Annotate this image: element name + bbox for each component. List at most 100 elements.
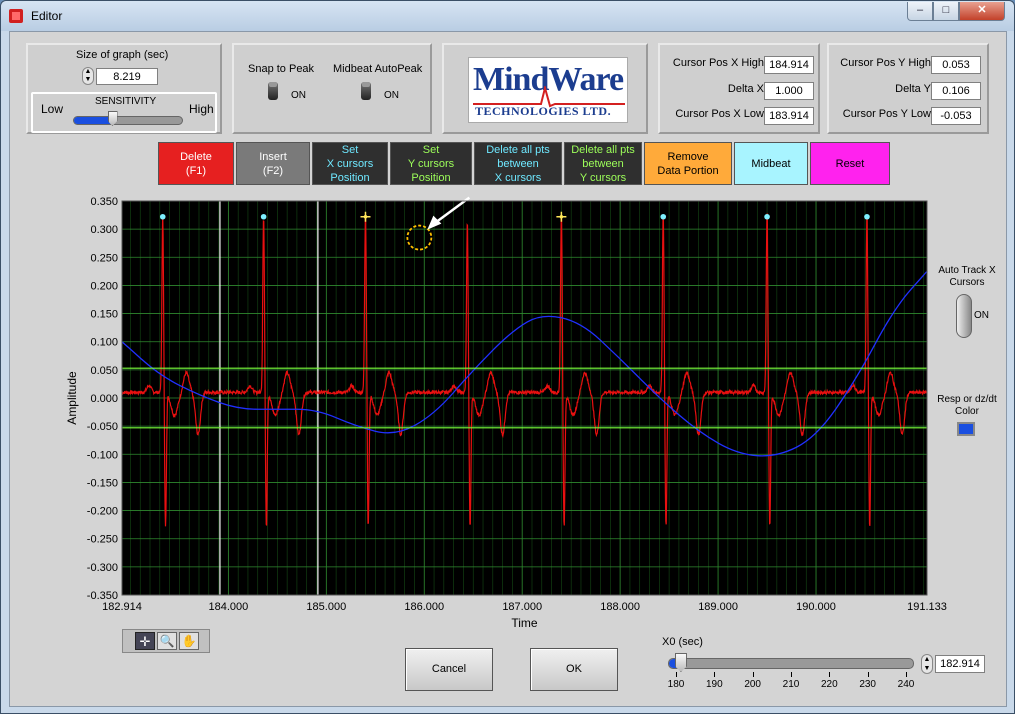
set-y-cursors-button[interactable]: Set Y cursors Position [390, 142, 472, 185]
midbeat-autopeak-state: ON [384, 90, 399, 101]
client-area: Size of graph (sec) ▲ ▼ 8.219 Low SENSITI… [9, 31, 1007, 707]
y-tick-label: -0.250 [87, 534, 118, 546]
x0-tick-mark [829, 672, 831, 677]
x0-tick-mark [752, 672, 754, 677]
minimize-button[interactable]: – [907, 2, 933, 21]
cursor-y-high-field[interactable]: 0.053 [931, 56, 981, 74]
graph-size-spinner[interactable]: ▲ ▼ [82, 67, 94, 85]
x-tick-label: 190.000 [796, 601, 836, 613]
signal-chart[interactable]: 0.350 0.300 0.250 0.200 0.150 0.100 0.050 0.000… [50, 190, 980, 630]
cursor-y-low-field[interactable]: -0.053 [931, 107, 981, 125]
snap-to-peak-toggle[interactable] [268, 82, 278, 100]
snap-to-peak-state: ON [291, 90, 306, 101]
delete-between-x-cursors-button[interactable]: Delete all pts between X cursors [474, 142, 562, 185]
insert-button[interactable]: Insert (F2) [236, 142, 310, 185]
graph-size-label: Size of graph (sec) [76, 49, 169, 61]
midbeat-autopeak-toggle[interactable] [361, 82, 371, 100]
y-tick-label: -0.100 [87, 449, 118, 461]
peak-options-panel: Snap to Peak ON Midbeat AutoPeak ON [232, 43, 432, 134]
x0-slider-thumb[interactable] [674, 653, 687, 672]
auto-track-label: Auto Track X Cursors [938, 265, 996, 288]
sensitivity-low-label: Low [41, 102, 64, 116]
delete-button[interactable]: Delete (F1) [158, 142, 234, 185]
midbeat-autopeak-label: Midbeat AutoPeak [333, 63, 423, 75]
x0-field[interactable]: 182.914 [935, 655, 985, 673]
x0-tick-mark [867, 672, 869, 677]
set-x-cursors-button[interactable]: Set X cursors Position [312, 142, 388, 185]
ok-button[interactable]: OK [530, 648, 618, 691]
x0-label: X0 (sec) [662, 636, 703, 648]
auto-track-toggle[interactable] [956, 294, 972, 338]
title-bar[interactable]: Editor – □ ✕ [1, 1, 1014, 31]
x0-tick-label: 190 [705, 679, 723, 690]
y-tick-label: 0.050 [90, 365, 118, 377]
midbeat-button[interactable]: Midbeat [734, 142, 808, 185]
delta-y-field[interactable]: 0.106 [931, 82, 981, 100]
crosshair-tool-icon[interactable]: ✛ [135, 632, 155, 650]
x0-tick-mark [791, 672, 792, 677]
x-axis-label: Time [511, 616, 538, 630]
sensitivity-high-label: High [189, 102, 214, 116]
x0-tick-label: 210 [782, 679, 800, 690]
cursor-x-low-field[interactable]: 183.914 [764, 107, 814, 125]
x-tick-label: 185.000 [306, 601, 346, 613]
close-button[interactable]: ✕ [959, 2, 1005, 21]
y-tick-label: 0.250 [90, 252, 118, 264]
y-axis-label: Amplitude [65, 371, 79, 425]
cursor-x-high-field[interactable]: 184.914 [764, 56, 814, 74]
r-peak-marker [764, 213, 770, 220]
x-tick-label: 188.000 [600, 601, 640, 613]
delta-x-label: Delta X [727, 83, 764, 95]
y-cursor-panel: Cursor Pos Y High 0.053 Delta Y 0.106 Cu… [827, 43, 989, 134]
delete-between-y-cursors-button[interactable]: Delete all pts between Y cursors [564, 142, 642, 185]
delta-y-label: Delta Y [895, 83, 931, 95]
maximize-button[interactable]: □ [933, 2, 959, 21]
editor-window: Editor – □ ✕ Size of graph (sec) ▲ ▼ 8.21… [0, 0, 1015, 714]
y-tick-label: 0.000 [90, 393, 118, 405]
x0-tick-label: 200 [744, 679, 761, 690]
r-peak-marker [864, 213, 870, 220]
logo-panel: MindWare TECHNOLOGIES LTD. [442, 43, 648, 134]
auto-track-state: ON [974, 310, 989, 321]
window-title: Editor [31, 9, 63, 23]
delta-x-field[interactable]: 1.000 [764, 82, 814, 100]
cancel-button[interactable]: Cancel [405, 648, 493, 691]
sensitivity-slider[interactable] [73, 111, 183, 126]
cursor-x-high-label: Cursor Pos X High [672, 57, 764, 69]
y-tick-label: -0.050 [87, 421, 118, 433]
x-tick-label: 182.914 [102, 601, 142, 613]
pan-tool-icon[interactable]: ✋ [179, 632, 199, 650]
cursor-x-low-label: Cursor Pos X Low [675, 108, 764, 120]
x0-tick-label: 230 [859, 679, 876, 690]
remove-data-portion-button[interactable]: Remove Data Portion [644, 142, 732, 185]
x-tick-label: 187.000 [502, 601, 542, 613]
x0-tick-label: 180 [667, 679, 685, 690]
mindware-logo: MindWare TECHNOLOGIES LTD. [468, 57, 628, 123]
cursor-y-low-label: Cursor Pos Y Low [842, 108, 931, 120]
snap-to-peak-label: Snap to Peak [248, 63, 315, 75]
reset-button[interactable]: Reset [810, 142, 890, 185]
x0-tick-label: 220 [820, 679, 838, 690]
x-cursor-panel: Cursor Pos X High 184.914 Delta X 1.000 … [658, 43, 820, 134]
zoom-tool-icon[interactable]: 🔍 [157, 632, 177, 650]
midbeat-peak-dot [363, 214, 368, 219]
r-peak-marker [660, 213, 667, 220]
app-icon [9, 9, 23, 23]
x0-tick-mark [676, 672, 677, 677]
x-tick-label: 189.000 [698, 601, 738, 613]
x0-spinner[interactable]: ▲ ▼ [921, 654, 933, 674]
sensitivity-fill [74, 117, 113, 124]
cursor-y-high-label: Cursor Pos Y High [840, 57, 931, 69]
x-tick-label: 186.000 [404, 601, 444, 613]
graph-size-field[interactable]: 8.219 [96, 68, 158, 85]
resp-color-label: Resp or dz/dt Color [937, 394, 997, 417]
x-tick-label: 191.133 [907, 601, 947, 613]
x0-tick-mark [906, 672, 907, 677]
y-tick-label: -0.300 [87, 562, 118, 574]
y-tick-label: 0.150 [90, 309, 118, 321]
x0-slider[interactable] [668, 653, 914, 672]
graph-palette: ✛ 🔍 ✋ [122, 629, 210, 653]
y-tick-label: 0.100 [90, 337, 118, 349]
resp-color-swatch[interactable] [957, 422, 975, 436]
y-tick-label: 0.300 [90, 224, 118, 236]
